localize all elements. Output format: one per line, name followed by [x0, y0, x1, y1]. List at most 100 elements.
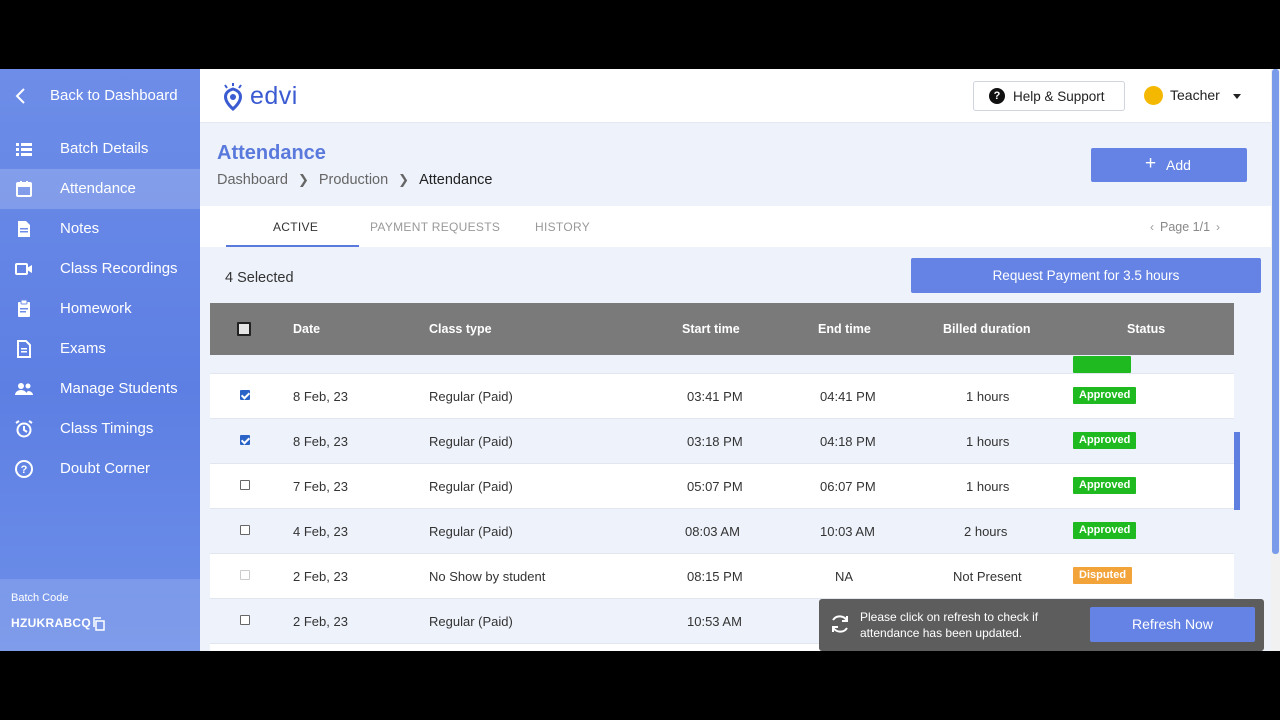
copy-icon[interactable] [92, 617, 106, 631]
table-row[interactable]: 8 Feb, 23 Regular (Paid) 03:18 PM 04:18 … [210, 419, 1234, 464]
breadcrumb-dashboard[interactable]: Dashboard [217, 172, 288, 188]
document-icon [18, 221, 30, 237]
sidebar-item-class-timings[interactable]: Class Timings [0, 409, 200, 449]
add-label: Add [1166, 157, 1191, 173]
batch-code-title: Batch Code [11, 592, 69, 604]
next-page-icon[interactable]: › [1216, 220, 1220, 234]
cell-class-type: Regular (Paid) [429, 434, 513, 449]
row-checkbox[interactable] [240, 525, 250, 535]
cell-date: 2 Feb, 23 [293, 569, 348, 584]
tabs-bar: ACTIVE PAYMENT REQUESTS HISTORY ‹ Page 1… [200, 206, 1271, 247]
cell-date: 4 Feb, 23 [293, 524, 348, 539]
header-status[interactable]: Status [1127, 322, 1165, 336]
sidebar-item-attendance[interactable]: Attendance [0, 169, 200, 209]
row-checkbox [240, 570, 250, 580]
sidebar-item-exams[interactable]: Exams [0, 329, 200, 369]
avatar [1144, 86, 1163, 105]
caret-down-icon [1233, 94, 1241, 99]
cell-end-time: NA [835, 569, 854, 584]
row-checkbox[interactable] [240, 390, 250, 400]
header-billed-duration[interactable]: Billed duration [943, 322, 1031, 336]
cell-start-time: 05:07 PM [687, 479, 743, 494]
people-icon [15, 383, 33, 395]
cell-date: 2 Feb, 23 [293, 614, 348, 629]
logo-text: edvi [250, 81, 298, 110]
chevron-left-icon [15, 88, 25, 104]
sidebar-item-homework[interactable]: Homework [0, 289, 200, 329]
plus-icon: + [1145, 153, 1157, 174]
prev-page-icon[interactable]: ‹ [1150, 220, 1154, 234]
tab-payment-requests[interactable]: PAYMENT REQUESTS [370, 220, 500, 234]
cell-date: 8 Feb, 23 [293, 434, 348, 449]
batch-code-value: HZUKRABCQ [11, 616, 92, 630]
back-label: Back to Dashboard [50, 87, 178, 104]
chevron-right-icon: ❯ [398, 172, 410, 187]
cell-end-time: 06:07 PM [820, 479, 876, 494]
help-support-button[interactable]: ? Help & Support [973, 81, 1125, 111]
list-icon [16, 143, 32, 156]
sidebar-item-label: Manage Students [60, 380, 178, 397]
question-icon: ? [15, 460, 33, 478]
cell-billed: 2 hours [964, 524, 1008, 539]
header-end-time[interactable]: End time [818, 322, 871, 336]
refresh-icon [832, 615, 848, 633]
cell-start-time: 08:15 PM [687, 569, 743, 584]
table-scrollbar-thumb[interactable] [1234, 432, 1240, 510]
row-checkbox[interactable] [240, 480, 250, 490]
table-header: Date Class type Start time End time Bill… [210, 303, 1234, 355]
edvi-logo[interactable]: edvi [220, 79, 298, 113]
sidebar-item-label: Exams [60, 340, 106, 357]
tab-active[interactable]: ACTIVE [273, 220, 318, 234]
sidebar: Back to Dashboard Batch Details Attendan… [0, 69, 200, 651]
refresh-now-button[interactable]: Refresh Now [1090, 607, 1255, 642]
header-class-type[interactable]: Class type [429, 322, 492, 336]
table-row[interactable]: 7 Feb, 23 Regular (Paid) 05:07 PM 06:07 … [210, 464, 1234, 509]
sidebar-item-batch-details[interactable]: Batch Details [0, 129, 200, 169]
sidebar-item-doubt-corner[interactable]: ? Doubt Corner [0, 449, 200, 489]
sidebar-item-label: Doubt Corner [60, 460, 151, 477]
sidebar-item-class-recordings[interactable]: Class Recordings [0, 249, 200, 289]
header-start-time[interactable]: Start time [682, 322, 740, 336]
cell-class-type: No Show by student [429, 569, 546, 584]
table-row[interactable]: 4 Feb, 23 Regular (Paid) 08:03 AM 10:03 … [210, 509, 1234, 554]
select-all-checkbox[interactable] [237, 322, 251, 336]
table-row[interactable]: 8 Feb, 23 Regular (Paid) 03:41 PM 04:41 … [210, 374, 1234, 419]
cell-billed: 1 hours [966, 479, 1010, 494]
status-badge: Approved [1073, 387, 1137, 404]
refresh-toast: Please click on refresh to check if atte… [819, 599, 1264, 651]
row-checkbox[interactable] [240, 615, 250, 625]
cell-billed: 1 hours [966, 434, 1010, 449]
request-payment-button[interactable]: Request Payment for 3.5 hours [911, 258, 1261, 293]
header-date[interactable]: Date [293, 322, 320, 336]
cell-date: 8 Feb, 23 [293, 389, 348, 404]
breadcrumb-current: Attendance [419, 172, 493, 188]
status-badge: Approved [1073, 522, 1137, 539]
scrollbar-thumb[interactable] [1272, 69, 1279, 554]
add-button[interactable]: + Add [1091, 148, 1247, 182]
table-row[interactable]: 2 Feb, 23 No Show by student 08:15 PM NA… [210, 554, 1234, 599]
back-to-dashboard-link[interactable]: Back to Dashboard [0, 69, 200, 123]
sidebar-item-label: Batch Details [60, 140, 149, 157]
breadcrumb-production[interactable]: Production [319, 172, 388, 188]
cell-class-type: Regular (Paid) [429, 614, 513, 629]
active-tab-indicator [226, 245, 359, 247]
alarm-icon [15, 420, 33, 438]
cell-end-time: 10:03 AM [820, 524, 875, 539]
exam-icon [17, 340, 31, 358]
sidebar-item-notes[interactable]: Notes [0, 209, 200, 249]
page-scrollbar[interactable] [1271, 69, 1280, 651]
page-label: Page 1/1 [1160, 220, 1211, 234]
app-window: Back to Dashboard Batch Details Attendan… [0, 69, 1280, 651]
cell-start-time: 03:41 PM [687, 389, 743, 404]
chevron-right-icon: ❯ [297, 172, 309, 187]
cell-billed: 1 hours [966, 389, 1010, 404]
row-checkbox[interactable] [240, 435, 250, 445]
cell-date: 7 Feb, 23 [293, 479, 348, 494]
calendar-icon [16, 181, 32, 197]
sidebar-item-manage-students[interactable]: Manage Students [0, 369, 200, 409]
sidebar-item-label: Class Timings [60, 420, 154, 437]
svg-text:?: ? [21, 464, 28, 476]
selected-count: 4 Selected [225, 270, 294, 286]
tab-history[interactable]: HISTORY [535, 220, 590, 234]
pagination: ‹ Page 1/1 › [1150, 220, 1220, 234]
